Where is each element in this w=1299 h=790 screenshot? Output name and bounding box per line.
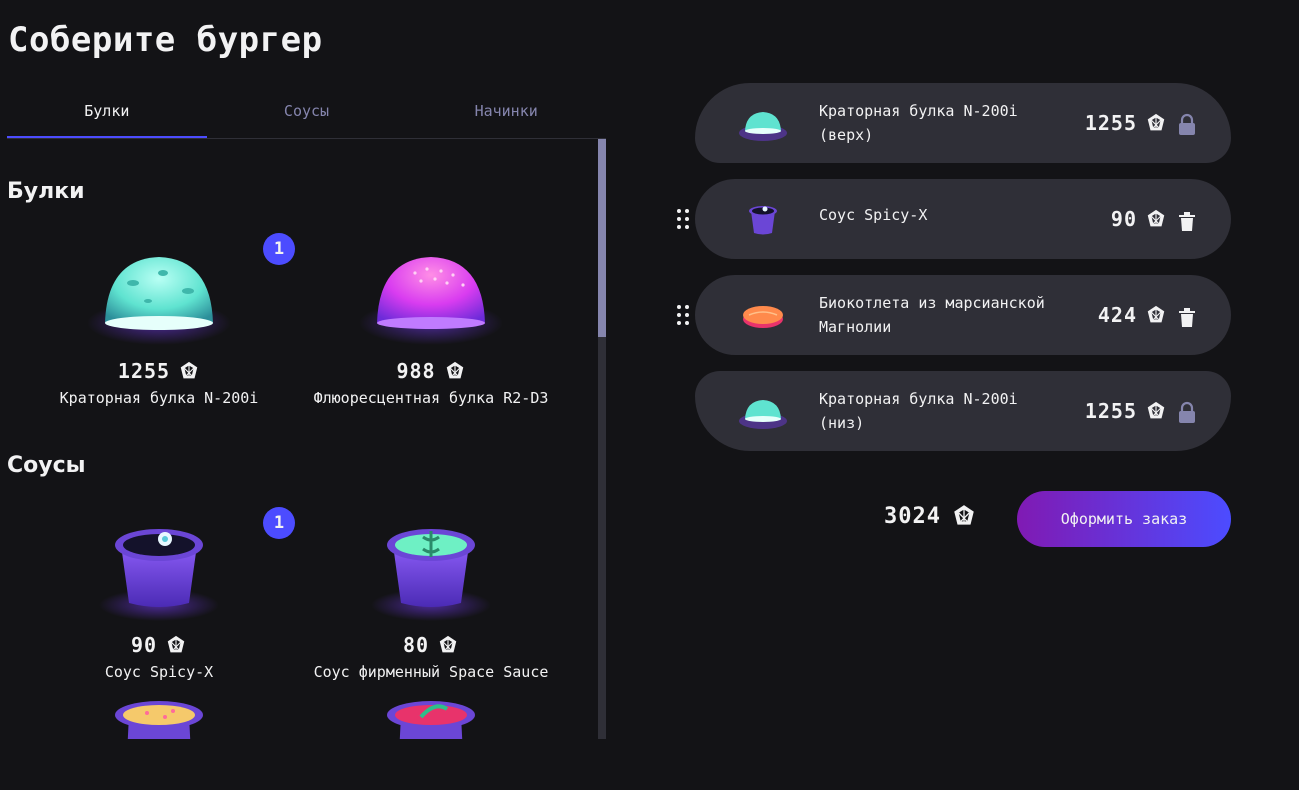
price: 1255 [23,359,295,383]
price-value: 80 [402,633,430,657]
price-value: 988 [396,359,436,383]
constructor-item-bun-bottom: Краторная булка N-200i (низ) 1255 [695,371,1231,451]
currency-icon [439,635,457,653]
constructor-item-price: 90 [1111,179,1167,259]
ingredient-image: 1 [23,233,295,353]
place-order-button[interactable]: Оформить заказ [1017,491,1231,547]
ingredient-card[interactable]: 80 Соус фирменный Space Sauce [295,517,567,681]
ingredient-card[interactable]: 1 90 Соус Spicy-X [23,507,295,681]
section-title-buns: Булки [7,179,85,204]
patty-image [743,306,783,328]
price-value: 90 [1110,207,1137,231]
trash-icon[interactable] [1175,305,1199,329]
ingredient-image [295,517,567,627]
constructor-item-name: Соус Spicy-X [819,206,928,224]
constructor-item-price: 1255 [1085,83,1167,163]
page-title: Соберите бургер [8,20,323,60]
ingredients-list: Булки 1 1255 Краторная булка N-200i 988 … [7,139,608,739]
ingredient-name: Краторная булка N-200i [59,389,259,407]
sauce-red-image [387,701,475,739]
bun-teal-image [739,400,787,429]
total-value: 3024 [884,503,941,529]
constructor-item-price: 424 [1098,275,1167,355]
ingredient-image [295,243,567,353]
ingredient-name: Соус Spicy-X [104,663,214,681]
count-badge: 1 [263,507,295,539]
price: 90 [23,633,295,657]
sauce-dark-image [749,206,777,235]
trash-icon[interactable] [1175,209,1199,233]
price-value: 1255 [1084,111,1137,135]
sauce-yellow-image [115,701,203,739]
currency-icon [167,635,185,653]
constructor-item-name: Биокотлета из марсианской Магнолии [819,294,1045,336]
price-value: 90 [130,633,158,657]
ingredient-name: Флюоресцентная булка R2-D3 [313,389,549,407]
currency-icon [180,361,198,379]
sauce-dark-image [99,529,219,621]
price: 80 [295,633,567,657]
constructor-item-price: 1255 [1085,371,1167,451]
price-value: 424 [1097,303,1137,327]
constructor-item-bun-top: Краторная булка N-200i (верх) 1255 [695,83,1231,163]
tab-fillings[interactable]: Начинки [406,86,606,138]
bun-teal-image [87,257,231,345]
tab-sauces[interactable]: Соусы [207,86,407,138]
bun-pink-image [359,257,503,345]
lock-icon [1179,401,1195,423]
price-value: 1255 [117,359,171,383]
drag-icon[interactable] [674,207,692,231]
ingredient-card[interactable]: 988 Флюоресцентная булка R2-D3 [295,243,567,407]
sauce-green-image [371,529,491,621]
constructor-item-name: Краторная булка N-200i (верх) [819,102,1018,144]
scrollbar-thumb[interactable] [598,139,606,337]
ingredient-card[interactable] [23,695,295,739]
order-total: 3024 [884,503,977,529]
price: 988 [295,359,567,383]
currency-icon [1147,113,1165,131]
constructor-item-patty[interactable]: Биокотлета из марсианской Магнолии 424 [695,275,1231,355]
burger-constructor-page: Соберите бургер Булки Соусы Начинки Булк… [0,0,1299,790]
lock-icon [1179,113,1195,135]
ingredient-name: Соус фирменный Space Sauce [313,663,549,681]
ingredient-card[interactable] [295,695,567,739]
section-title-sauces: Соусы [7,453,86,478]
drag-icon[interactable] [674,303,692,327]
currency-icon [954,505,974,525]
currency-icon [446,361,463,379]
ingredient-card[interactable]: 1 1255 Краторная булка N-200i [23,233,295,407]
constructor-item-name: Краторная булка N-200i (низ) [819,390,1018,432]
currency-icon [1147,209,1165,227]
price-value: 1255 [1084,399,1137,423]
bun-teal-image [739,112,787,141]
constructor-item-sauce[interactable]: Соус Spicy-X 90 [695,179,1231,259]
tab-buns[interactable]: Булки [7,86,207,138]
currency-icon [1147,305,1165,323]
ingredient-tabs: Булки Соусы Начинки [7,86,606,139]
ingredient-image: 1 [23,507,295,627]
count-badge: 1 [263,233,295,265]
currency-icon [1147,401,1165,419]
